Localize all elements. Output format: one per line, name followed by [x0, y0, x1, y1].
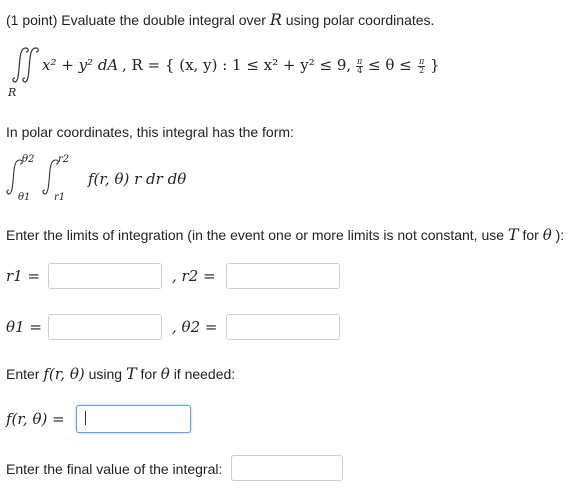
problem-text: (1 point) Evaluate the double integral o…	[6, 12, 266, 28]
f-instruction-enter: Enter	[6, 366, 40, 382]
final-value-label: Enter the final value of the integral:	[6, 461, 223, 477]
theta1-label: θ1 =	[6, 318, 42, 336]
theta1-input[interactable]	[48, 314, 162, 340]
theta-upper-fraction: π 2	[418, 58, 426, 75]
f-symbol: f(r, θ)	[43, 365, 85, 383]
f-label: f(r, θ) =	[6, 410, 65, 428]
text-caret	[85, 411, 86, 425]
problem-method-text: using polar coordinates.	[285, 12, 435, 28]
f-instruction: Enter f(r, θ) using T for θ if needed:	[6, 364, 235, 383]
limits-instruction-text: Enter the limits of integration (in the …	[6, 227, 505, 243]
limits-instruction: Enter the limits of integration (in the …	[6, 225, 564, 244]
theta-lower-den: 4	[357, 66, 363, 75]
outer-lower-limit: θ1	[18, 192, 31, 203]
theta-lower-fraction: π 4	[356, 58, 364, 75]
limits-suffix-text: ):	[555, 227, 565, 243]
polar-intro-text: In polar coordinates, this integral has …	[6, 124, 294, 140]
double-integral-expression: R x² + y² dA , R = { (x, y) : 1 ≤ x² + y…	[6, 46, 466, 102]
r1-input[interactable]	[48, 263, 162, 289]
T-symbol: T	[507, 225, 519, 244]
inner-upper-limit: r2	[58, 154, 70, 165]
theta2-label: , θ2 =	[172, 318, 218, 336]
f-input[interactable]	[76, 405, 191, 433]
theta2-input[interactable]	[226, 314, 340, 340]
f-T-symbol: T	[125, 364, 137, 383]
f-instruction-using: using	[88, 366, 123, 382]
inner-lower-limit: r1	[54, 192, 66, 203]
limits-for-text: for	[522, 227, 539, 243]
theta-symbol: θ	[542, 226, 552, 244]
region-symbol: R	[269, 10, 282, 29]
region-definition: , R = { (x, y) : 1 ≤ x² + y² ≤ 9,	[122, 56, 352, 74]
r2-input[interactable]	[226, 263, 340, 289]
f-instruction-suffix: if needed:	[173, 366, 236, 382]
theta-inequality: ≤ θ ≤	[368, 56, 412, 74]
f-instruction-for: for	[140, 366, 157, 382]
r1-label: r1 =	[6, 267, 41, 285]
region-close-brace: }	[430, 56, 440, 74]
r2-label: , r2 =	[172, 267, 216, 285]
integral-subscript: R	[8, 86, 17, 99]
f-theta-symbol: θ	[160, 365, 170, 383]
double-integral-sign	[12, 47, 39, 83]
polar-integrand: f(r, θ) r dr dθ	[88, 170, 187, 188]
polar-integral-form: θ2 θ1 r2 r1 f(r, θ) r dr dθ	[6, 152, 306, 208]
integrand-text: x² + y² dA	[42, 56, 119, 74]
problem-statement: (1 point) Evaluate the double integral o…	[6, 10, 434, 29]
outer-upper-limit: θ2	[22, 154, 35, 165]
final-value-input[interactable]	[231, 455, 343, 481]
theta-upper-den: 2	[419, 66, 425, 75]
